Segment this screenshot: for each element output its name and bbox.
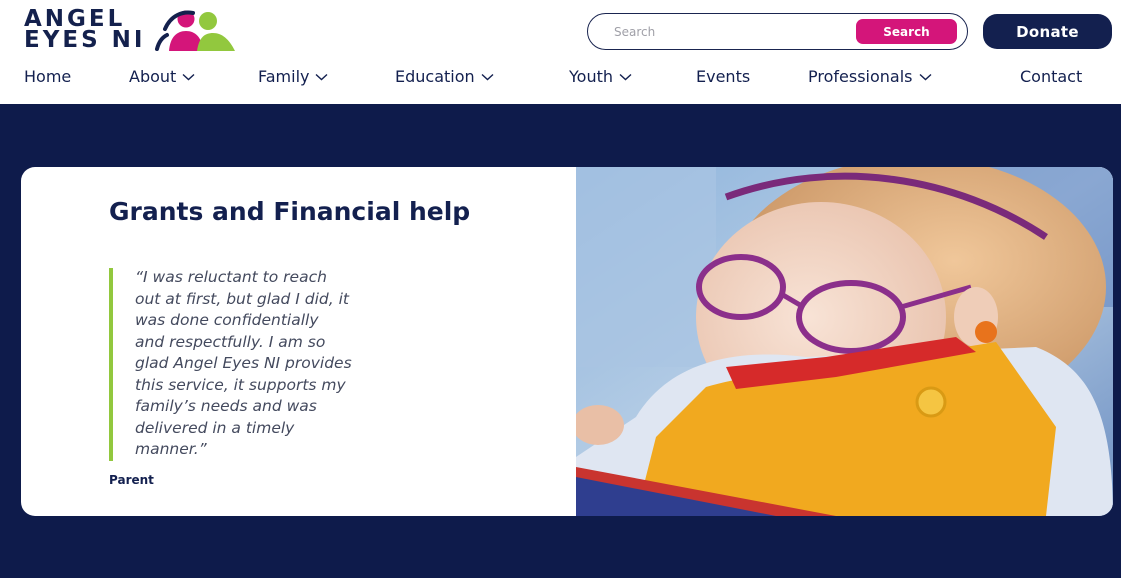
testimonial-card: Grants and Financial help “I was relucta… [21,167,1113,516]
hero-section: Grants and Financial help “I was relucta… [0,104,1121,578]
quote-accent-bar [109,268,113,461]
nav-item-professionals[interactable]: Professionals [808,67,932,86]
nav-item-label: Education [395,67,475,86]
nav-item-home[interactable]: Home [24,67,71,86]
nav-item-youth[interactable]: Youth [569,67,632,86]
quote-line: family’s needs and was [135,397,317,415]
quote-line: out at first, but glad I did, it [135,289,350,308]
donate-button[interactable]: Donate [983,14,1112,49]
quote-line: glad Angel Eyes NI provides [135,354,352,372]
chevron-down-icon [182,73,195,80]
nav-item-label: Events [696,67,751,86]
quote-line: and respectfully. I am so [135,332,326,351]
nav-item-label: Professionals [808,67,913,86]
chevron-down-icon [919,73,931,80]
quote-attribution: Parent [109,473,154,487]
chevron-down-icon [316,73,328,80]
nav-item-label: Youth [569,67,613,86]
hero-photo [576,167,1113,516]
nav-item-contact[interactable]: Contact [1020,67,1082,86]
logo-line-2: EYES NI [24,27,146,53]
nav-item-label: Family [258,67,310,86]
page-title: Grants and Financial help [109,197,471,226]
search-form: Search [587,13,968,50]
search-button[interactable]: Search [856,19,957,44]
nav-item-education[interactable]: Education [395,67,494,86]
quote-line: “I was reluctant to reach [135,268,327,286]
quote-line: manner.” [135,440,207,458]
nav-item-label: Home [24,67,72,86]
main-nav: Home About Family Education Youth Events… [0,67,1121,93]
nav-item-label: Contact [1020,67,1083,86]
chevron-down-icon [481,73,494,80]
chevron-down-icon [619,73,632,80]
site-header: ANGEL EYES NI Search Donate Home About F [0,0,1121,104]
quote-line: this service, it supports my [135,375,346,394]
nav-item-family[interactable]: Family [258,67,328,86]
nav-item-events[interactable]: Events [696,67,750,86]
search-input[interactable] [614,24,856,39]
quote-line: was done confidentially [135,311,319,329]
testimonial-quote: “I was reluctant to reach out at first, … [135,267,480,461]
quote-line: delivered in a timely [135,418,295,437]
logo-figures-icon [155,10,236,51]
nav-item-about[interactable]: About [129,67,195,86]
site-logo[interactable]: ANGEL EYES NI [24,8,241,55]
nav-item-label: About [129,67,177,86]
logo-wordmark: ANGEL EYES NI [24,8,146,53]
